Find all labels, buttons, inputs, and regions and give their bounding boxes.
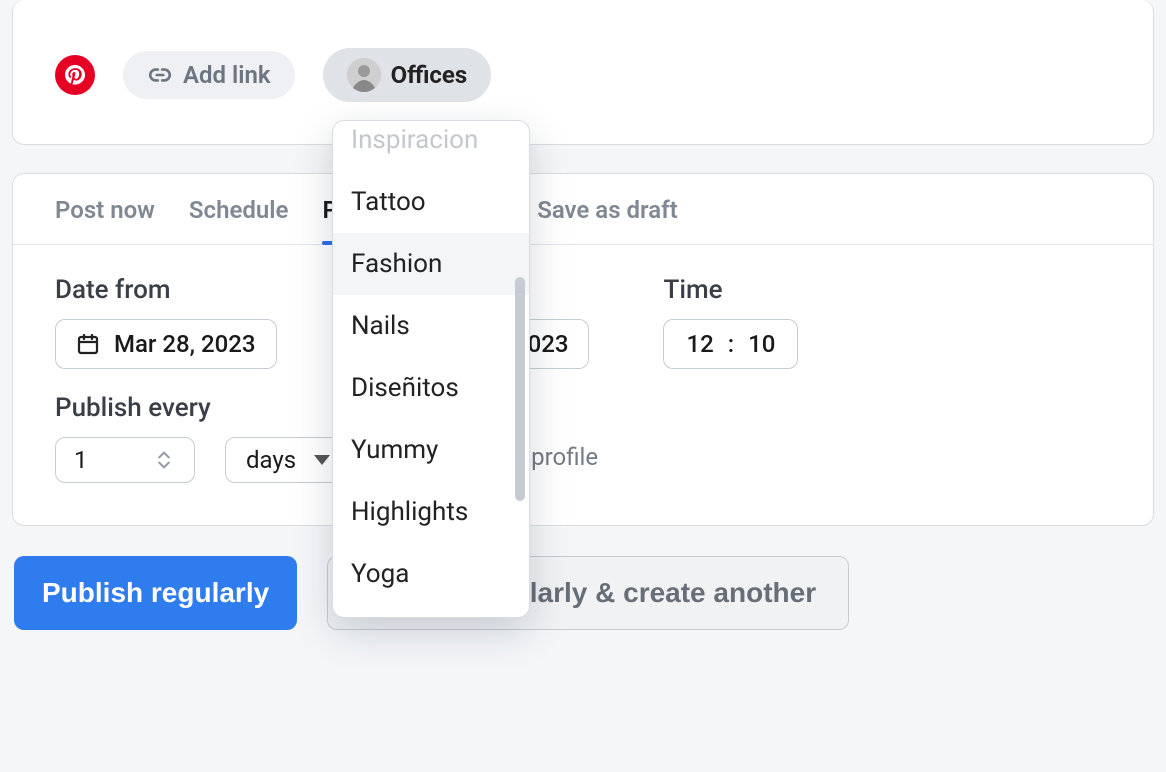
editor-toolbar: Add link Offices	[12, 0, 1154, 145]
board-avatar	[347, 58, 381, 92]
tab-save-draft[interactable]: Save as draft	[537, 196, 678, 244]
avatar-icon	[347, 58, 381, 92]
time-picker[interactable]: 12 : 10	[663, 319, 798, 369]
add-link-label: Add link	[183, 61, 271, 89]
board-option[interactable]: Yummy	[333, 419, 529, 481]
interval-value-input[interactable]: 1	[55, 437, 195, 483]
date-from-label: Date from	[55, 275, 277, 305]
time-minute: 10	[748, 330, 775, 358]
time-field: Time 12 : 10	[663, 275, 798, 369]
time-label: Time	[663, 275, 798, 305]
publish-regularly-button[interactable]: Publish regularly	[14, 556, 297, 630]
interval-unit: days	[246, 446, 296, 474]
board-option[interactable]: Inspiracion	[333, 125, 529, 171]
interval-value: 1	[74, 446, 88, 474]
publish-every-label: Publish every	[55, 393, 1111, 423]
tab-post-now[interactable]: Post now	[55, 196, 155, 244]
dropdown-scrollbar[interactable]	[515, 277, 525, 501]
chevron-up-icon	[158, 451, 170, 459]
board-option[interactable]: Fashion	[333, 233, 529, 295]
add-link-button[interactable]: Add link	[123, 51, 295, 99]
timezone-note: profile	[531, 443, 598, 483]
board-name: Offices	[391, 61, 468, 89]
link-icon	[147, 62, 173, 88]
calendar-icon	[76, 332, 100, 356]
footer-actions: Publish regularly Publish regularly & cr…	[12, 554, 1154, 630]
publish-mode-tabs: Post now Schedule Publish regularly Save…	[13, 174, 1153, 245]
board-option[interactable]: Highlights	[333, 481, 529, 543]
time-colon: :	[728, 330, 734, 358]
board-option[interactable]: Yoga	[333, 543, 529, 605]
date-from-field: Date from Mar 28, 2023	[55, 275, 277, 369]
board-option[interactable]: Diseñitos	[333, 357, 529, 419]
board-dropdown[interactable]: Inspiracion Tattoo Fashion Nails Diseñit…	[332, 120, 530, 618]
board-dropdown-list: Inspiracion Tattoo Fashion Nails Diseñit…	[333, 121, 529, 617]
time-hour: 12	[686, 330, 713, 358]
publish-every-field: Publish every 1 days profile	[55, 393, 1111, 483]
date-from-value: Mar 28, 2023	[114, 330, 256, 358]
board-option[interactable]: Tattoo	[333, 171, 529, 233]
date-from-picker[interactable]: Mar 28, 2023	[55, 319, 277, 369]
chevron-down-icon	[314, 455, 330, 465]
schedule-panel: Post now Schedule Publish regularly Save…	[12, 173, 1154, 526]
stepper-control[interactable]	[158, 446, 176, 474]
date-to-value: 023	[528, 330, 569, 358]
board-selector[interactable]: Offices	[323, 48, 492, 102]
tab-schedule[interactable]: Schedule	[189, 196, 289, 244]
pinterest-icon	[63, 63, 87, 87]
pinterest-logo	[55, 55, 95, 95]
board-option[interactable]: Nails	[333, 295, 529, 357]
chevron-down-icon	[158, 461, 170, 469]
